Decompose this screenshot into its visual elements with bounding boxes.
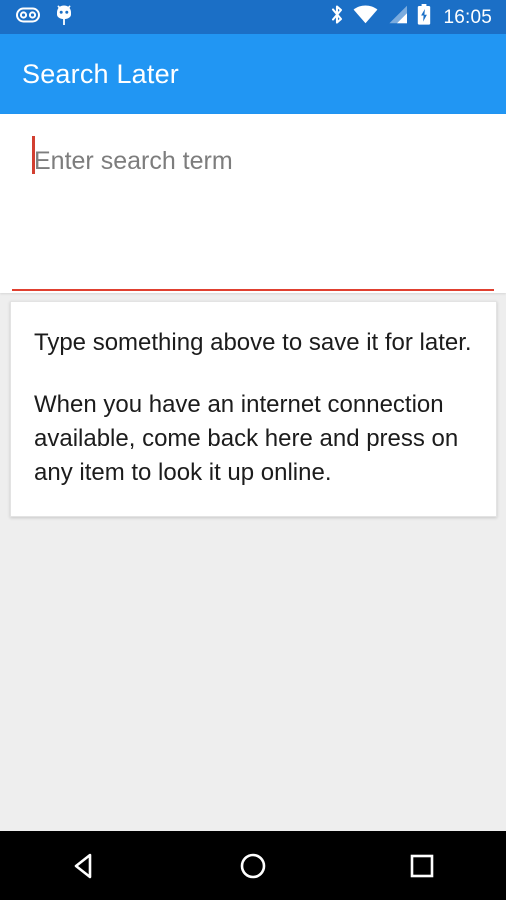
recents-square-icon	[405, 849, 439, 883]
recents-button[interactable]	[337, 831, 506, 900]
back-triangle-icon	[67, 849, 101, 883]
voicemail-icon	[16, 7, 40, 28]
input-panel: ADD	[0, 114, 506, 377]
status-bar-left-icons	[0, 4, 74, 31]
wifi-icon	[353, 5, 378, 29]
home-button[interactable]	[169, 831, 338, 900]
home-circle-icon	[236, 849, 270, 883]
battery-charging-icon	[417, 4, 431, 30]
info-card-paragraph-1: Type something above to save it for late…	[34, 329, 472, 356]
info-card-paragraph-2: When you have an internet connection ava…	[34, 391, 459, 486]
search-input-underline	[12, 289, 494, 291]
phone-screen: 16:05 Search Later ADD Type something ab…	[0, 0, 506, 900]
back-button[interactable]	[0, 831, 169, 900]
status-bar-clock: 16:05	[443, 6, 492, 28]
navigation-bar	[0, 831, 506, 900]
app-title: Search Later	[22, 58, 179, 89]
search-field-wrapper[interactable]	[12, 132, 494, 194]
cellular-signal-icon	[387, 5, 408, 29]
info-card: Type something above to save it for late…	[10, 301, 497, 517]
status-bar: 16:05	[0, 0, 506, 34]
search-input[interactable]	[34, 132, 492, 190]
app-bar: Search Later	[0, 34, 506, 114]
bluetooth-icon	[330, 4, 344, 30]
android-debug-icon	[54, 4, 74, 31]
status-bar-right-icons: 16:05	[330, 4, 506, 30]
